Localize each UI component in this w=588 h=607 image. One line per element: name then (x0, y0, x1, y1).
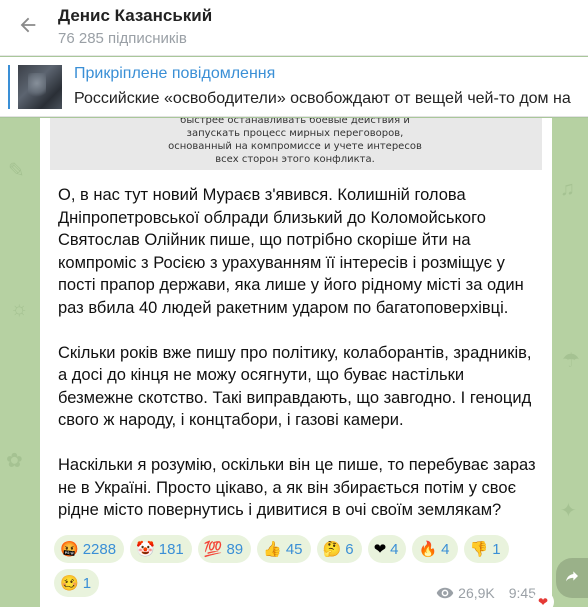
reaction-count: 4 (441, 540, 450, 558)
reaction-heart[interactable]: ❤ 4 (367, 535, 407, 563)
reaction-count: 1 (492, 540, 501, 558)
reaction-hundred[interactable]: 💯 89 (197, 535, 252, 563)
reaction-thinking[interactable]: 🤔 6 (316, 535, 362, 563)
share-arrow-icon (564, 568, 580, 589)
message-paragraph: Скільки років вже пишу про політику, кол… (58, 343, 532, 430)
post-image-line: запускать процесс мирных переговоров, (186, 128, 404, 139)
message-bubble[interactable]: быстрее останавливать боевые действия и … (40, 118, 554, 607)
post-image-line: основанный на компромиссе и учете интере… (168, 141, 422, 152)
reaction-count: 1 (82, 574, 92, 592)
reaction-emoji: 🥴 (60, 574, 79, 592)
post-image-line: всех сторон этого конфликта. (215, 154, 375, 165)
pinned-title: Прикріплене повідомлення (74, 64, 276, 82)
background-doodle: ☂ (562, 350, 580, 372)
reaction-emoji: 👍 (263, 540, 282, 558)
reaction-emoji: 🤬 (60, 540, 79, 558)
pinned-accent-line (8, 64, 10, 109)
reaction-count: 6 (345, 540, 354, 558)
reaction-emoji: 🤔 (322, 540, 342, 558)
eye-icon (436, 587, 454, 599)
background-doodle: ✎ (8, 160, 25, 182)
reaction-count: 4 (390, 540, 399, 558)
view-count: 26,9K (458, 585, 495, 601)
pinned-message-bar[interactable]: Прикріплене повідомлення Российские «осв… (0, 57, 588, 117)
reaction-thumbs-up[interactable]: 👍 45 (257, 535, 311, 563)
chat-header: Денис Казанський 76 285 підписників (0, 0, 588, 56)
reaction-emoji: 🔥 (418, 540, 438, 558)
subscriber-count: 76 285 підписників (58, 30, 187, 47)
reaction-emoji: 💯 (203, 540, 223, 558)
message-text: О, в нас тут новий Мураєв з'явився. Коли… (58, 184, 542, 544)
reaction-count: 2288 (82, 540, 117, 558)
share-button[interactable] (556, 558, 588, 598)
background-doodle: ☼ (10, 298, 29, 320)
reaction-count: 181 (158, 540, 184, 558)
arrow-left-icon (17, 14, 39, 41)
reaction-clown[interactable]: 🤡 181 (130, 535, 192, 563)
message-paragraph: Наскільки я розумію, оскільки він це пиш… (58, 456, 536, 519)
reaction-emoji: 🤡 (136, 540, 155, 558)
chat-area: ✎ ☼ ✿ ♫ ☂ ✦ быстрее останавливать боевые… (0, 118, 588, 607)
channel-name: Денис Казанський (58, 6, 213, 25)
reaction-count: 89 (226, 540, 244, 558)
background-doodle: ✿ (6, 450, 23, 472)
heart-icon: ❤ (532, 591, 554, 607)
reaction-fire[interactable]: 🔥 4 (412, 535, 458, 563)
reaction-count: 45 (285, 540, 303, 558)
post-image-text: быстрее останавливать боевые действия и … (130, 118, 460, 166)
reaction-emoji: 👎 (469, 540, 489, 558)
post-image[interactable]: быстрее останавливать боевые действия и … (50, 118, 542, 170)
message-meta: 26,9K 9:45 (436, 585, 536, 601)
background-doodle: ✦ (560, 500, 577, 522)
pinned-preview: Российские «освободители» освобождают от… (74, 89, 571, 107)
channel-info[interactable]: Денис Казанський 76 285 підписників (58, 5, 212, 50)
post-image-line: быстрее останавливать боевые действия и (180, 118, 410, 126)
back-button[interactable] (0, 0, 56, 56)
reaction-woozy[interactable]: 🥴 1 (54, 569, 100, 597)
pinned-text: Прикріплене повідомлення Российские «осв… (74, 64, 571, 110)
reaction-angry[interactable]: 🤬 2288 (54, 535, 125, 563)
reaction-thumbs-down[interactable]: 👎 1 (463, 535, 509, 563)
message-paragraph: О, в нас тут новий Мураєв з'явився. Коли… (58, 186, 524, 317)
reaction-emoji: ❤ (373, 540, 387, 558)
background-doodle: ♫ (560, 178, 575, 200)
pinned-thumbnail (18, 64, 62, 109)
